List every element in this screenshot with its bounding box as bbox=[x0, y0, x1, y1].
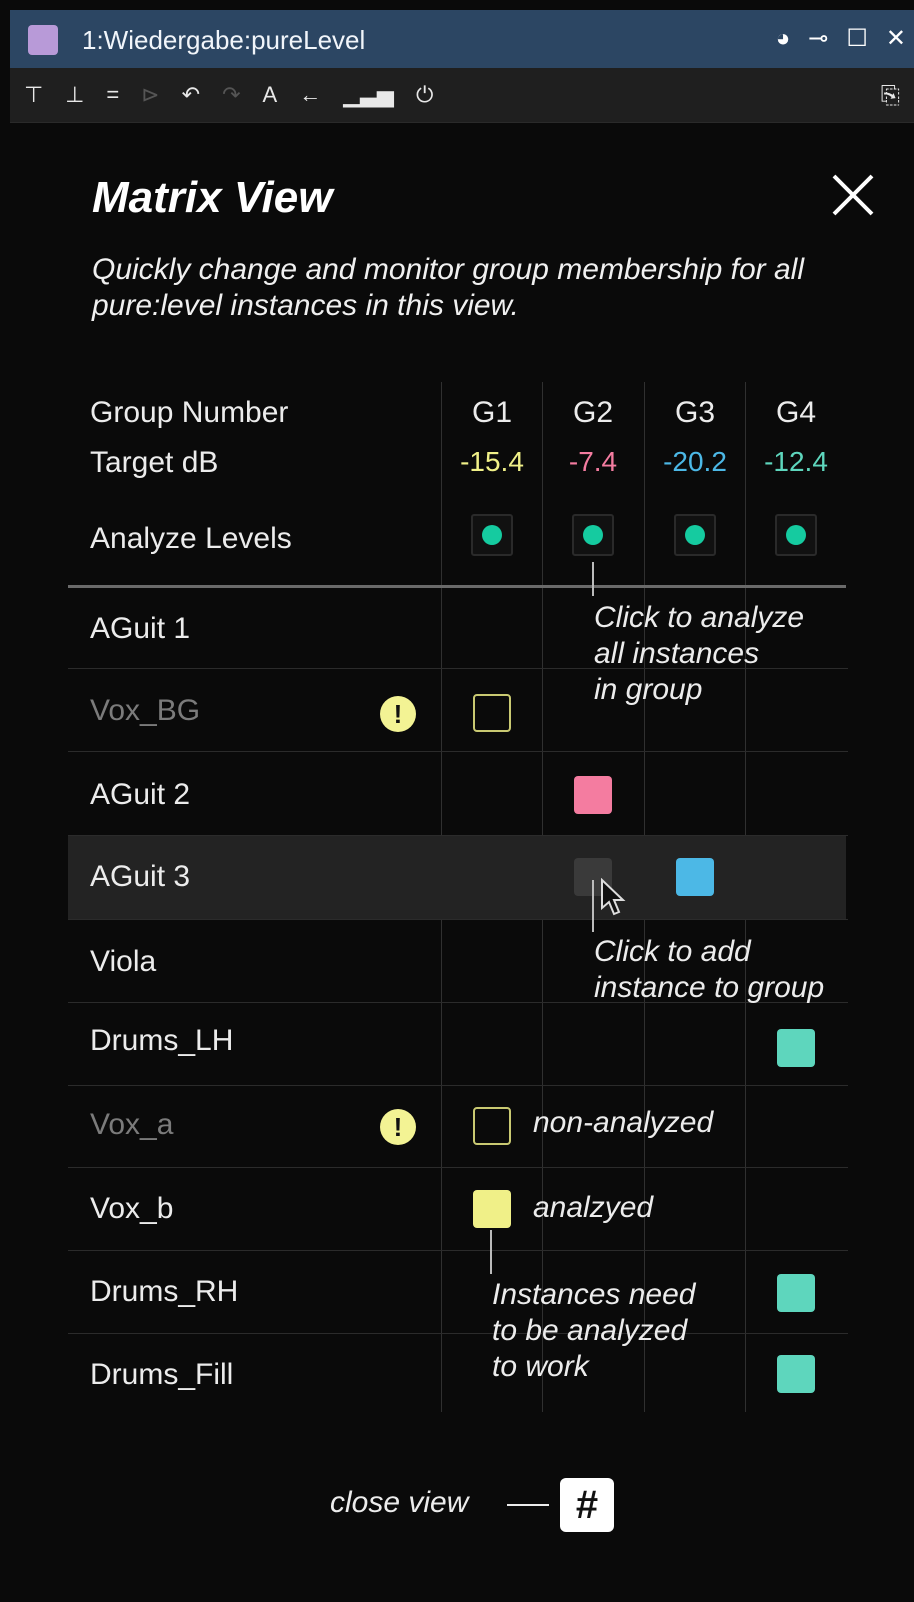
window-titlebar: 1:Wiedergabe:pureLevel ◕ ⊸ ☐ ✕ bbox=[10, 10, 914, 68]
app-color-swatch bbox=[28, 25, 58, 55]
warning-icon: ! bbox=[380, 1109, 416, 1145]
group-name-g1: G1 bbox=[471, 396, 513, 429]
annotation-leader-line bbox=[592, 562, 594, 596]
instance-name-drums-fill: Drums_Fill bbox=[90, 1358, 234, 1391]
row-divider bbox=[68, 1333, 848, 1334]
group-name-g2: G2 bbox=[572, 396, 614, 429]
instance-name-drums-lh: Drums_LH bbox=[90, 1024, 234, 1057]
instance-name-vox-a: Vox_a bbox=[90, 1108, 174, 1141]
group-target-db-g2[interactable]: -7.4 bbox=[543, 446, 643, 478]
group-target-db-g4[interactable]: -12.4 bbox=[746, 446, 846, 478]
annotation-add: Click to add instance to group bbox=[594, 934, 824, 1006]
header-separator bbox=[68, 585, 846, 588]
membership-cell-drums-lh-g4[interactable] bbox=[777, 1029, 815, 1067]
bar-meter-icon[interactable]: ▁▃▅ bbox=[343, 84, 394, 106]
annotation-line: Instances need bbox=[492, 1278, 696, 1311]
group-name-g4: G4 bbox=[775, 396, 817, 429]
maximize-icon[interactable]: ☐ bbox=[846, 27, 868, 51]
group-number-label: Group Number bbox=[90, 396, 289, 429]
instance-name-vox-b: Vox_b bbox=[90, 1192, 174, 1225]
annotation-line: in group bbox=[594, 673, 703, 706]
annotation-analyze: Click to analyze all instances in group bbox=[594, 600, 804, 708]
instance-name-viola: Viola bbox=[90, 945, 157, 978]
close-icon[interactable]: ✕ bbox=[886, 27, 906, 51]
insert-top-icon[interactable]: ⊤ bbox=[24, 84, 43, 106]
power-icon[interactable]: ⏻ bbox=[416, 84, 433, 106]
link-icon[interactable]: ⊳ bbox=[141, 84, 159, 106]
equals-icon[interactable]: = bbox=[106, 84, 119, 106]
undo-icon[interactable]: ↶ bbox=[182, 84, 200, 106]
analyze-group-button-g3[interactable] bbox=[674, 514, 716, 556]
analyze-group-button-g2[interactable] bbox=[572, 514, 614, 556]
analyze-dot-icon bbox=[786, 525, 806, 545]
row-divider bbox=[68, 919, 848, 920]
close-icon[interactable] bbox=[826, 168, 880, 222]
close-view-dash bbox=[507, 1504, 549, 1506]
instance-name-vox-bg: Vox_BG bbox=[90, 694, 201, 727]
analyze-dot-icon bbox=[685, 525, 705, 545]
annotation-non-analyzed: non-analyzed bbox=[533, 1106, 714, 1139]
back-arrow-icon[interactable]: ← bbox=[299, 84, 321, 106]
analyze-group-button-g1[interactable] bbox=[471, 514, 513, 556]
analyze-levels-label: Analyze Levels bbox=[90, 522, 292, 555]
annotation-line: to be analyzed bbox=[492, 1314, 688, 1347]
insert-fx-icon[interactable]: ⊥ bbox=[65, 84, 84, 106]
matrix-view-description: Quickly change and monitor group members… bbox=[92, 253, 805, 322]
annotation-need-analyze: Instances need to be analyzed to work bbox=[492, 1277, 695, 1385]
membership-cell-aguit-2-g2[interactable] bbox=[574, 776, 612, 814]
annotation-line: to work bbox=[492, 1350, 589, 1383]
font-a-icon[interactable]: A bbox=[263, 84, 278, 106]
annotation-line: all instances bbox=[594, 637, 760, 670]
row-divider bbox=[68, 835, 848, 836]
row-divider bbox=[68, 1085, 848, 1086]
warning-icon: ! bbox=[380, 696, 416, 732]
analyze-dot-icon bbox=[482, 525, 502, 545]
annotation-leader-line bbox=[490, 1230, 492, 1274]
window-title: 1:Wiedergabe:pureLevel bbox=[82, 25, 366, 55]
membership-cell-vox-b-g1[interactable] bbox=[473, 1190, 511, 1228]
annotation-line: Click to add bbox=[594, 935, 751, 968]
window-controls: ◕ ⊸ ☐ ✕ bbox=[776, 10, 914, 68]
matrix-toggle-button[interactable]: # bbox=[560, 1478, 614, 1532]
instance-name-drums-rh: Drums_RH bbox=[90, 1275, 239, 1308]
matrix-view-title: Matrix View bbox=[92, 173, 333, 222]
redo-icon[interactable]: ↷ bbox=[222, 84, 240, 106]
close-view-label: close view bbox=[330, 1486, 469, 1519]
membership-cell-drums-fill-g4[interactable] bbox=[777, 1355, 815, 1393]
mouse-cursor-icon bbox=[601, 878, 626, 916]
pie-chart-icon[interactable]: ◕ bbox=[776, 27, 791, 51]
document-icon[interactable]: ⎘ bbox=[881, 82, 900, 110]
plugin-toolbar: ⊤ ⊥ = ⊳ ↶ ↷ A ← ▁▃▅ ⏻ ⎘ bbox=[10, 68, 914, 123]
group-target-db-g3[interactable]: -20.2 bbox=[645, 446, 745, 478]
analyze-group-button-g4[interactable] bbox=[775, 514, 817, 556]
membership-cell-drums-rh-g4[interactable] bbox=[777, 1274, 815, 1312]
row-divider bbox=[68, 1250, 848, 1251]
annotation-line: Click to analyze bbox=[594, 601, 805, 634]
group-name-g3: G3 bbox=[674, 396, 716, 429]
membership-cell-vox-bg-g1[interactable] bbox=[473, 694, 511, 732]
target-db-label: Target dB bbox=[90, 446, 219, 479]
row-divider bbox=[68, 751, 848, 752]
annotation-leader-line bbox=[592, 880, 594, 932]
pin-icon[interactable]: ⊸ bbox=[808, 27, 828, 51]
analyze-dot-icon bbox=[583, 525, 603, 545]
annotation-analyzed: analzyed bbox=[533, 1191, 654, 1224]
membership-cell-vox-a-g1[interactable] bbox=[473, 1107, 511, 1145]
group-target-db-g1[interactable]: -15.4 bbox=[442, 446, 542, 478]
instance-name-aguit-2: AGuit 2 bbox=[90, 778, 191, 811]
row-divider bbox=[68, 1167, 848, 1168]
instance-name-aguit-1: AGuit 1 bbox=[90, 612, 191, 645]
annotation-line: instance to group bbox=[594, 971, 825, 1004]
membership-cell-aguit-3-g3[interactable] bbox=[676, 858, 714, 896]
instance-name-aguit-3: AGuit 3 bbox=[90, 860, 191, 893]
